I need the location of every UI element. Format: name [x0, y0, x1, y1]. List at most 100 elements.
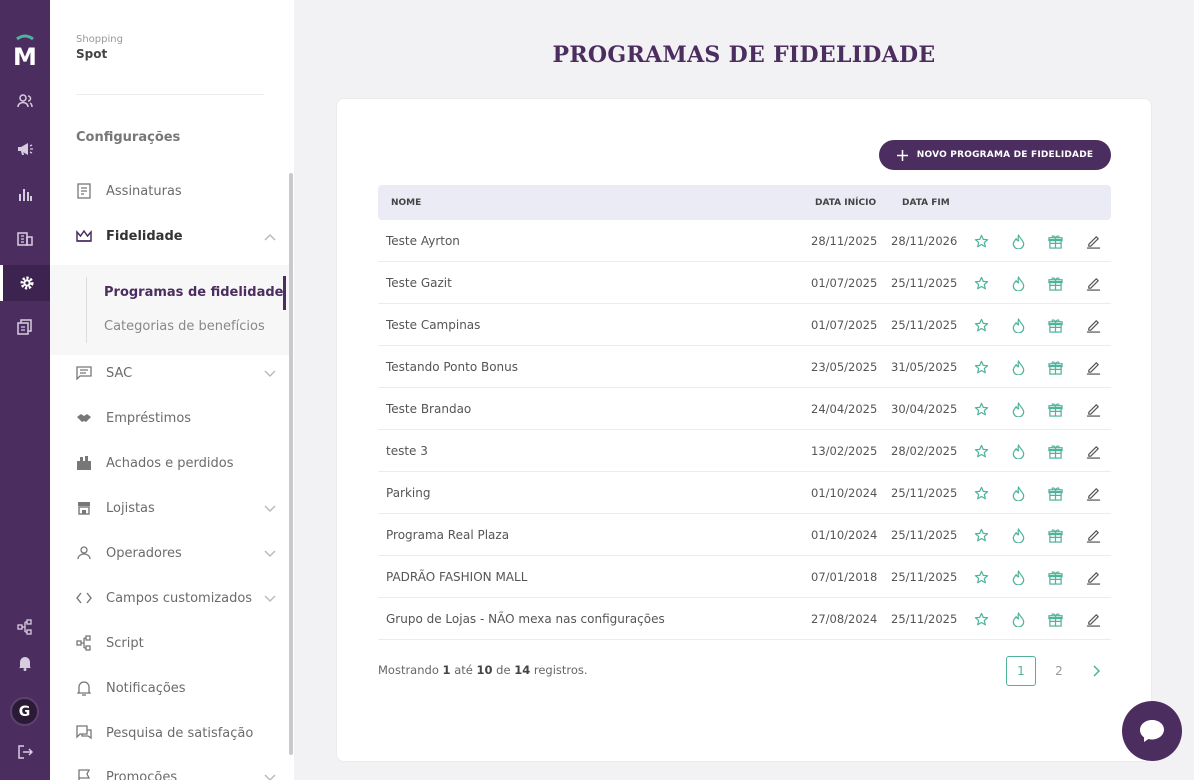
gift-icon[interactable] — [1046, 610, 1064, 628]
drop-icon[interactable] — [1009, 442, 1027, 460]
drop-icon[interactable] — [1009, 274, 1027, 292]
edit-icon[interactable] — [1084, 400, 1102, 418]
star-icon[interactable] — [972, 484, 990, 502]
scrollbar[interactable] — [289, 173, 293, 755]
sidebar-item-label: Empréstimos — [106, 410, 192, 426]
row-end-date: 25/11/2025 — [891, 276, 958, 290]
sidebar-item-sac[interactable]: SAC — [76, 362, 276, 384]
sidebar-item-promocoes[interactable]: Promoções — [76, 766, 276, 780]
page-2-button[interactable]: 2 — [1044, 656, 1074, 686]
sidebar-item-script[interactable]: Script — [76, 632, 276, 654]
receipt-icon — [76, 183, 92, 199]
gift-icon[interactable] — [1046, 568, 1064, 586]
edit-icon[interactable] — [1084, 568, 1102, 586]
table-header: NOME DATA INÍCIO DATA FIM — [378, 185, 1111, 220]
chat-button[interactable] — [1122, 701, 1182, 761]
row-end-date: 25/11/2025 — [891, 486, 958, 500]
sidebar-item-label: Operadores — [106, 545, 182, 561]
row-start-date: 01/07/2025 — [811, 276, 878, 290]
drop-icon[interactable] — [1009, 358, 1027, 376]
sidebar-item-pesquisa[interactable]: Pesquisa de satisfação — [76, 722, 276, 744]
drop-icon[interactable] — [1009, 232, 1027, 250]
drop-icon[interactable] — [1009, 400, 1027, 418]
sidebar-item-notificacoes[interactable]: Notificações — [76, 677, 276, 699]
plus-icon — [896, 149, 908, 161]
message-icon — [76, 365, 92, 381]
avatar[interactable]: G — [10, 697, 39, 726]
org-name[interactable]: Spot — [76, 47, 107, 61]
star-icon[interactable] — [972, 610, 990, 628]
edit-icon[interactable] — [1084, 232, 1102, 250]
building-icon[interactable] — [13, 226, 37, 250]
col-end[interactable]: DATA FIM — [902, 198, 950, 208]
gift-icon[interactable] — [1046, 274, 1064, 292]
chat-bubbles-icon — [76, 725, 92, 741]
col-start[interactable]: DATA INÍCIO — [815, 198, 876, 208]
new-program-label: NOVO PROGRAMA DE FIDELIDADE — [916, 150, 1094, 160]
sidebar-item-label: Campos customizados — [106, 590, 253, 606]
drop-icon[interactable] — [1009, 526, 1027, 544]
gift-icon[interactable] — [1046, 442, 1064, 460]
sidebar-item-fidelidade[interactable]: Fidelidade — [76, 225, 276, 247]
row-name: Parking — [386, 486, 431, 500]
page-1-button[interactable]: 1 — [1006, 656, 1036, 686]
sidebar-item-lojistas[interactable]: Lojistas — [76, 497, 276, 519]
drop-icon[interactable] — [1009, 316, 1027, 334]
records-suffix: registros. — [533, 663, 588, 677]
star-icon[interactable] — [972, 442, 990, 460]
edit-icon[interactable] — [1084, 484, 1102, 502]
table-row: Programa Real Plaza 01/10/2024 25/11/2025 — [378, 514, 1111, 556]
col-name[interactable]: NOME — [391, 198, 421, 208]
sidebar-item-label: Promoções — [106, 769, 178, 780]
edit-icon[interactable] — [1084, 274, 1102, 292]
gift-icon[interactable] — [1046, 484, 1064, 502]
app-logo[interactable]: M — [11, 33, 39, 67]
star-icon[interactable] — [972, 526, 990, 544]
star-icon[interactable] — [972, 568, 990, 586]
chart-icon[interactable] — [13, 182, 37, 206]
next-page-button[interactable] — [1082, 656, 1112, 686]
sidebar-item-emprestimos[interactable]: Empréstimos — [76, 407, 276, 429]
gift-icon[interactable] — [1046, 358, 1064, 376]
gift-icon[interactable] — [1046, 316, 1064, 334]
flow-icon[interactable] — [13, 615, 37, 639]
sidebar-item-assinaturas[interactable]: Assinaturas — [76, 180, 276, 202]
chevron-up-icon — [264, 230, 276, 245]
subitem-programas[interactable]: Programas de fidelidade — [104, 285, 283, 300]
subitem-categorias[interactable]: Categorias de benefícios — [104, 319, 265, 334]
sidebar-item-operadores[interactable]: Operadores — [76, 542, 276, 564]
star-icon[interactable] — [972, 400, 990, 418]
gear-icon[interactable] — [0, 265, 50, 301]
edit-icon[interactable] — [1084, 316, 1102, 334]
edit-icon[interactable] — [1084, 610, 1102, 628]
edit-icon[interactable] — [1084, 526, 1102, 544]
star-icon[interactable] — [972, 358, 990, 376]
megaphone-icon[interactable] — [13, 137, 37, 161]
row-start-date: 01/10/2024 — [811, 528, 878, 542]
users-icon[interactable] — [13, 89, 37, 113]
sidebar-item-label: Pesquisa de satisfação — [106, 725, 254, 741]
bell-icon[interactable] — [13, 651, 37, 675]
edit-icon[interactable] — [1084, 358, 1102, 376]
row-name: Grupo de Lojas - NÃO mexa nas configuraç… — [386, 612, 665, 626]
row-start-date: 27/08/2024 — [811, 612, 878, 626]
star-icon[interactable] — [972, 232, 990, 250]
gift-icon[interactable] — [1046, 526, 1064, 544]
gift-icon[interactable] — [1046, 232, 1064, 250]
star-icon[interactable] — [972, 274, 990, 292]
drop-icon[interactable] — [1009, 610, 1027, 628]
row-name: PADRÃO FASHION MALL — [386, 570, 528, 584]
star-icon[interactable] — [972, 316, 990, 334]
edit-icon[interactable] — [1084, 442, 1102, 460]
sidebar-item-campos[interactable]: Campos customizados — [76, 587, 276, 609]
logout-icon[interactable] — [13, 740, 37, 764]
sidebar-item-achados[interactable]: Achados e perdidos — [76, 452, 276, 474]
section-title: Configurações — [76, 130, 181, 145]
records-info: Mostrando 1 até 10 de 14 registros. — [378, 663, 588, 677]
gift-icon[interactable] — [1046, 400, 1064, 418]
new-program-button[interactable]: NOVO PROGRAMA DE FIDELIDADE — [879, 140, 1111, 170]
table-row: Teste Brandao 24/04/2025 30/04/2025 — [378, 388, 1111, 430]
drop-icon[interactable] — [1009, 568, 1027, 586]
documents-icon[interactable] — [13, 315, 37, 339]
drop-icon[interactable] — [1009, 484, 1027, 502]
